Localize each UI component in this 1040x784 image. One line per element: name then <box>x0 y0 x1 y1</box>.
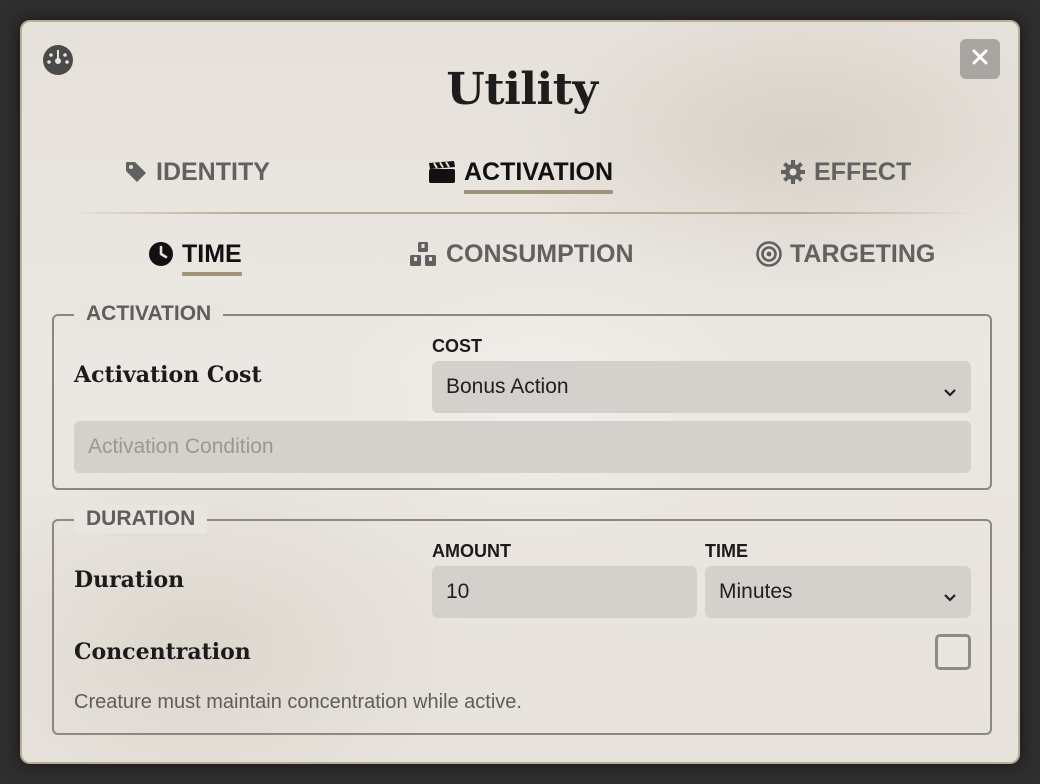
cost-field-label: COST <box>432 336 483 356</box>
duration-time-value: Minutes <box>719 580 793 603</box>
chevron-down-icon <box>943 585 957 609</box>
cost-select-value: Bonus Action <box>446 375 569 398</box>
tab-consumption-label: CONSUMPTION <box>446 239 634 268</box>
tab-activation[interactable]: ACTIVATION <box>428 152 614 194</box>
clapperboard-icon <box>428 160 456 184</box>
tab-time[interactable]: TIME <box>148 234 242 276</box>
tab-time-label: TIME <box>182 239 242 276</box>
target-icon <box>756 241 782 267</box>
activation-group: ACTIVATION Activation Cost COST Bonus Ac… <box>52 300 992 490</box>
cubes-icon <box>408 241 438 267</box>
tab-effect[interactable]: EFFECT <box>780 152 911 192</box>
activation-legend: ACTIVATION <box>74 300 224 328</box>
duration-amount-input[interactable]: 10 <box>432 566 697 618</box>
tab-identity[interactable]: IDENTITY <box>124 152 270 192</box>
secondary-tab-bar: TIME CONSUMPTION TARGETING <box>22 234 1018 278</box>
duration-amount-value: 10 <box>446 580 470 603</box>
amount-field-label: AMOUNT <box>432 541 511 561</box>
time-field-label: TIME <box>705 541 748 561</box>
tab-targeting[interactable]: TARGETING <box>756 234 935 274</box>
tab-identity-label: IDENTITY <box>156 157 270 186</box>
duration-group: DURATION Duration AMOUNT TIME 10 Minutes… <box>52 505 992 735</box>
activation-cost-label: Activation Cost <box>74 362 262 388</box>
dialog-title: Utility <box>446 64 598 115</box>
gear-icon <box>780 159 806 185</box>
tab-activation-label: ACTIVATION <box>464 157 614 194</box>
concentration-checkbox[interactable] <box>935 634 971 670</box>
concentration-label: Concentration <box>74 639 251 665</box>
tab-divider <box>68 212 976 214</box>
primary-tab-bar: IDENTITY ACTIVATION EFFECT <box>22 152 1018 196</box>
clock-icon <box>148 241 174 267</box>
activation-condition-input[interactable]: Activation Condition <box>74 421 971 473</box>
tag-icon <box>124 160 148 184</box>
tab-targeting-label: TARGETING <box>790 239 936 268</box>
duration-legend: DURATION <box>74 505 208 533</box>
tab-consumption[interactable]: CONSUMPTION <box>408 234 634 274</box>
duration-label: Duration <box>74 567 185 593</box>
activation-condition-placeholder: Activation Condition <box>88 435 274 458</box>
duration-time-select[interactable]: Minutes <box>705 566 971 618</box>
utility-dialog: Utility IDENTITY ACTIVATION EFFECT TIME … <box>20 20 1020 764</box>
chevron-down-icon <box>943 380 957 404</box>
cost-select[interactable]: Bonus Action <box>432 361 971 413</box>
concentration-hint: Creature must maintain concentration whi… <box>74 691 522 713</box>
tab-effect-label: EFFECT <box>814 157 912 186</box>
